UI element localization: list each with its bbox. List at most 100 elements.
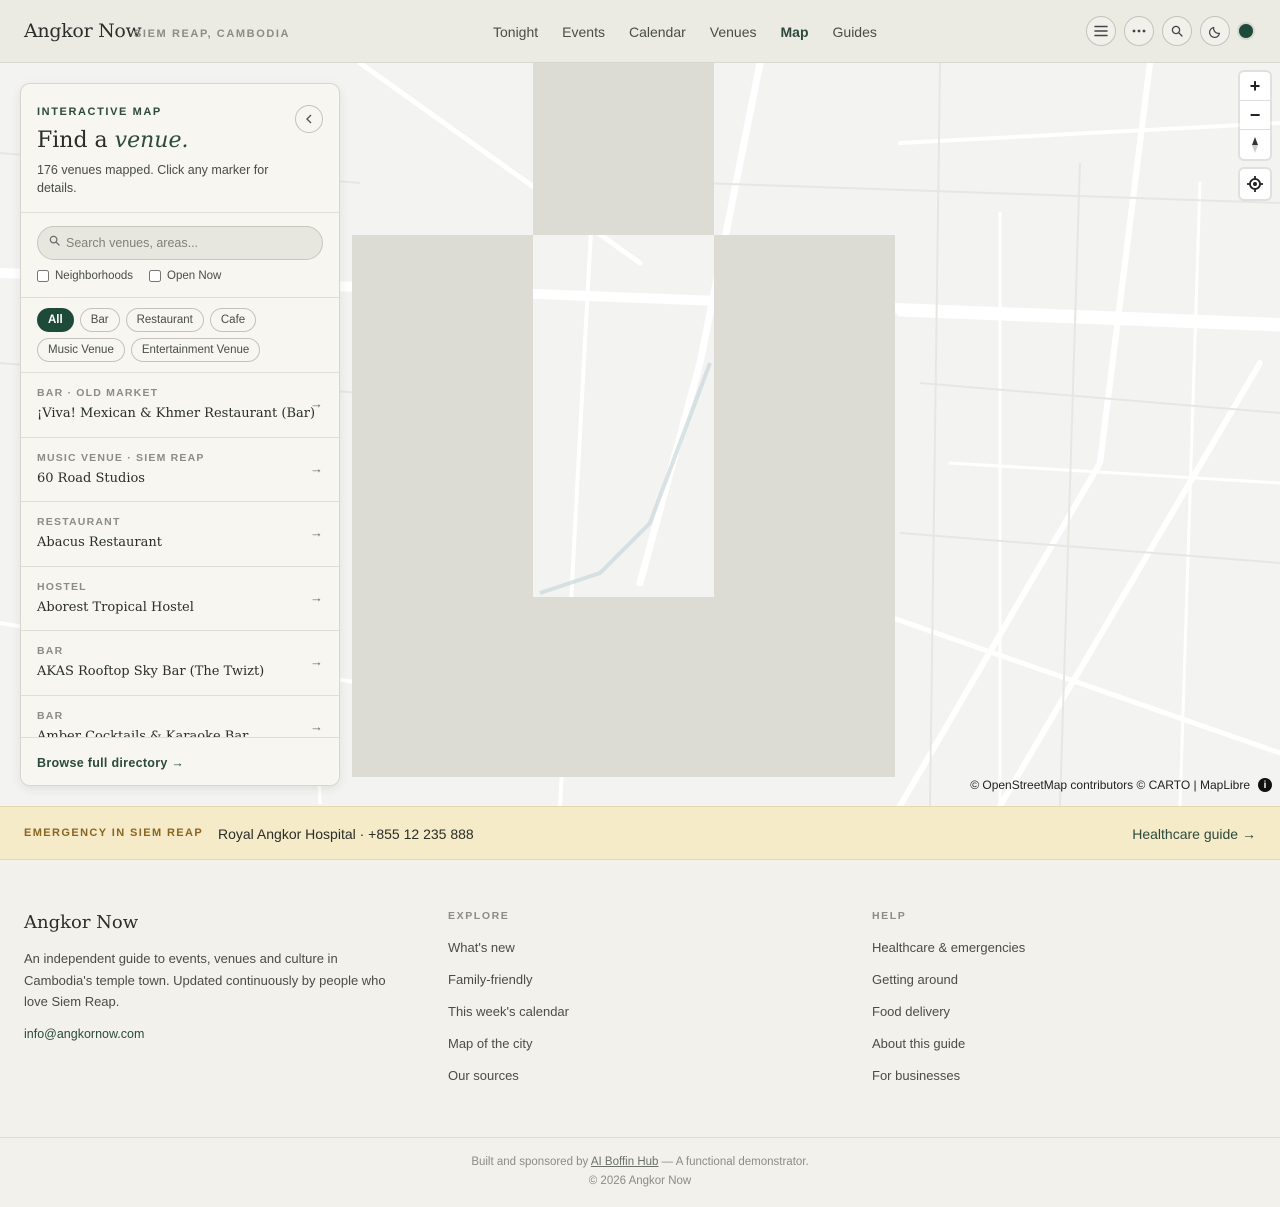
divider	[21, 297, 339, 298]
footer-link[interactable]: Healthcare & emergencies	[872, 940, 1025, 972]
venue-name: Aborest Tropical Hostel	[37, 599, 194, 615]
zoom-in-button[interactable]: +	[1240, 72, 1270, 101]
venue-name: ¡Viva! Mexican & Khmer Restaurant (Bar)	[37, 406, 316, 421]
venue-category: BAR	[37, 709, 64, 722]
footer-link[interactable]: Food delivery	[872, 1004, 1025, 1036]
footer-link[interactable]: Map of the city	[448, 1036, 569, 1068]
list-item[interactable]: BAR AKAS Rooftop Sky Bar (The Twizt) →	[21, 631, 339, 696]
zoom-out-button[interactable]: −	[1240, 101, 1270, 130]
footer-link[interactable]: Our sources	[448, 1068, 569, 1100]
arrow-right-icon: →	[310, 396, 323, 411]
dark-mode-button[interactable]	[1200, 16, 1230, 46]
panel-kicker: INTERACTIVE MAP	[37, 106, 162, 118]
nav-guides[interactable]: Guides	[833, 24, 877, 40]
brand-location: SIEM REAP, CAMBODIA	[134, 28, 291, 40]
copyright: © 2026 Angkor Now	[588, 1175, 692, 1187]
collapse-panel-button[interactable]	[295, 105, 323, 133]
footer-explore-heading: EXPLORE	[448, 910, 510, 922]
built-by-line: Built and sponsored by AI Boffin Hub — A…	[0, 1156, 1280, 1168]
browse-directory-link[interactable]: Browse full directory →	[37, 756, 184, 770]
venue-panel: INTERACTIVE MAP Find a venue. 176 venues…	[20, 83, 340, 786]
footer-help-column: HELP Healthcare & emergencies Getting ar…	[872, 910, 1025, 1100]
venue-search	[37, 226, 323, 260]
more-icon	[1132, 29, 1146, 33]
map-tile-placeholder	[533, 597, 714, 777]
emergency-label: EMERGENCY IN SIEM REAP	[24, 827, 204, 839]
filter-checkboxes: Neighborhoods Open Now	[37, 270, 221, 282]
footer-link[interactable]: Family-friendly	[448, 972, 569, 1004]
filter-entertainment-venue[interactable]: Entertainment Venue	[130, 338, 261, 362]
neighborhoods-checkbox[interactable]	[37, 270, 49, 282]
filter-music-venue[interactable]: Music Venue	[37, 338, 125, 362]
open-now-label: Open Now	[167, 270, 222, 282]
theme-color-dot[interactable]	[1237, 22, 1255, 40]
attribution-text[interactable]: © OpenStreetMap contributors © CARTO | M…	[970, 778, 1250, 792]
compass-icon	[1252, 136, 1258, 153]
nav-venues[interactable]: Venues	[710, 24, 757, 40]
panel-description: 176 venues mapped. Click any marker for …	[37, 163, 269, 195]
category-filters: All Bar Restaurant Cafe Music Venue Ente…	[37, 308, 327, 362]
main-nav: Tonight Events Calendar Venues Map Guide…	[481, 24, 889, 40]
list-item[interactable]: BAR · OLD MARKET ¡Viva! Mexican & Khmer …	[21, 373, 339, 438]
footer-link[interactable]: What's new	[448, 940, 569, 972]
footer-link[interactable]: For businesses	[872, 1068, 1025, 1100]
footer-link[interactable]: About this guide	[872, 1036, 1025, 1068]
brand-logo[interactable]: Angkor Now	[24, 20, 142, 42]
panel-title: Find a venue.	[37, 128, 188, 153]
nav-tonight[interactable]: Tonight	[493, 24, 538, 40]
top-header: Angkor Now SIEM REAP, CAMBODIA Tonight E…	[0, 0, 1280, 63]
venue-category: MUSIC VENUE · SIEM REAP	[37, 451, 205, 464]
venue-category: HOSTEL	[37, 580, 87, 593]
open-now-checkbox[interactable]	[149, 270, 162, 282]
map-attribution: © OpenStreetMap contributors © CARTO | M…	[970, 778, 1272, 792]
venue-category: BAR · OLD MARKET	[37, 387, 159, 399]
arrow-right-icon: →	[310, 460, 323, 476]
compass-button[interactable]	[1240, 130, 1270, 159]
map-tile-placeholder	[352, 235, 533, 777]
list-item[interactable]: RESTAURANT Abacus Restaurant →	[21, 502, 339, 567]
panel-title-prefix: Find a	[37, 128, 108, 153]
moon-icon	[1208, 26, 1220, 38]
more-button[interactable]	[1124, 16, 1154, 46]
emergency-contact: Royal Angkor Hospital · +855 12 235 888	[218, 826, 474, 842]
footer-bottom: Built and sponsored by AI Boffin Hub — A…	[0, 1137, 1280, 1207]
sponsor-link[interactable]: AI Boffin Hub	[591, 1156, 659, 1168]
nav-map[interactable]: Map	[781, 24, 809, 40]
built-suffix: — A functional demonstrator.	[661, 1156, 809, 1168]
neighborhoods-toggle[interactable]: Neighborhoods	[37, 270, 133, 282]
info-icon[interactable]: i	[1258, 778, 1272, 792]
list-item[interactable]: MUSIC VENUE · SIEM REAP 60 Road Studios …	[21, 438, 339, 502]
venue-name: 60 Road Studios	[37, 470, 145, 486]
menu-icon	[1094, 25, 1108, 37]
arrow-right-icon: →	[310, 654, 323, 669]
healthcare-guide-link[interactable]: Healthcare guide →	[1132, 826, 1256, 842]
open-now-toggle[interactable]: Open Now	[149, 270, 221, 282]
search-input[interactable]	[66, 227, 316, 259]
footer-link[interactable]: Getting around	[872, 972, 1025, 1004]
map-tile-placeholder	[533, 63, 714, 235]
list-item[interactable]: HOSTEL Aborest Tropical Hostel →	[21, 567, 339, 631]
arrow-right-icon: →	[310, 589, 323, 605]
filter-bar[interactable]: Bar	[79, 308, 120, 332]
map-tile-placeholder	[714, 235, 895, 777]
menu-button[interactable]	[1086, 16, 1116, 46]
filter-all[interactable]: All	[37, 308, 74, 332]
arrow-right-icon: →	[310, 525, 323, 540]
list-item[interactable]: BAR Amber Cocktails & Karaoke Bar →	[21, 696, 339, 738]
filter-cafe[interactable]: Cafe	[209, 308, 257, 332]
footer-link[interactable]: This week's calendar	[448, 1004, 569, 1036]
nav-events[interactable]: Events	[562, 24, 605, 40]
neighborhoods-label: Neighborhoods	[55, 270, 134, 282]
footer-help-heading: HELP	[872, 910, 907, 922]
locate-button[interactable]	[1240, 169, 1270, 199]
footer-email-link[interactable]: info@angkornow.com	[24, 1027, 144, 1041]
zoom-controls: + −	[1240, 72, 1270, 159]
built-prefix: Built and sponsored by	[471, 1156, 589, 1168]
venue-name: Abacus Restaurant	[37, 535, 162, 550]
nav-calendar[interactable]: Calendar	[629, 24, 686, 40]
search-button[interactable]	[1162, 16, 1192, 46]
filter-restaurant[interactable]: Restaurant	[125, 308, 204, 332]
header-actions	[1086, 16, 1230, 46]
venue-list[interactable]: BAR · OLD MARKET ¡Viva! Mexican & Khmer …	[21, 373, 339, 737]
venue-name: AKAS Rooftop Sky Bar (The Twizt)	[37, 664, 265, 679]
